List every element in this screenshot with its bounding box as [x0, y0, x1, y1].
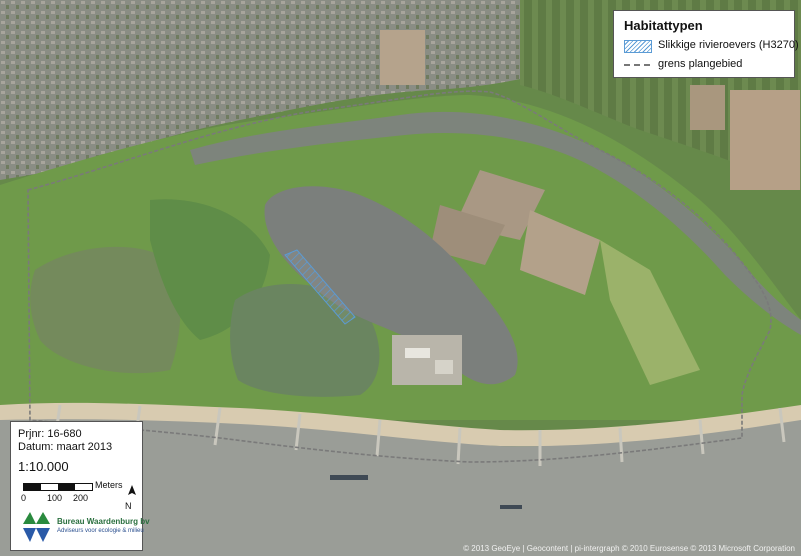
legend-title: Habitattypen [624, 18, 703, 33]
ship [330, 475, 368, 480]
building [405, 348, 430, 358]
map-date: Datum: maart 2013 [18, 441, 113, 453]
company-name: Bureau Waardenburg bv [57, 517, 150, 526]
north-label: N [125, 501, 132, 511]
dashed-line-icon [624, 64, 650, 66]
scale-tick: 200 [73, 493, 89, 503]
north-arrow-icon: N [125, 485, 142, 511]
map-info-box: Prjnr: 16-680 Datum: maart 2013 1:10.000… [10, 421, 150, 551]
project-number: Prjnr: 16-680 [18, 428, 82, 440]
brown-field [380, 30, 425, 85]
legend-item-label: grens plangebied [658, 58, 743, 70]
imagery-copyright: © 2013 GeoEye | Geocontent | pi-intergra… [463, 544, 795, 553]
scale-tick: 100 [47, 493, 63, 503]
ship [500, 505, 522, 509]
scale-unit: Meters [95, 480, 123, 490]
north-arrow-glyph [128, 485, 136, 495]
blue-hatch-icon [624, 40, 652, 53]
map-scale: 1:10.000 [18, 459, 69, 474]
legend-item-label: Slikkige rivieroevers (H3270) [658, 39, 799, 51]
scale-bar [23, 483, 93, 491]
map-legend: Habitattypen Slikkige rivieroevers (H327… [613, 10, 799, 78]
scale-tick: 0 [21, 493, 27, 503]
brown-field [730, 90, 800, 190]
company-tagline: Adviseurs voor ecologie & milieu [57, 528, 144, 534]
company-logo-icon [23, 512, 50, 542]
brown-field [690, 85, 725, 130]
building [435, 360, 453, 374]
